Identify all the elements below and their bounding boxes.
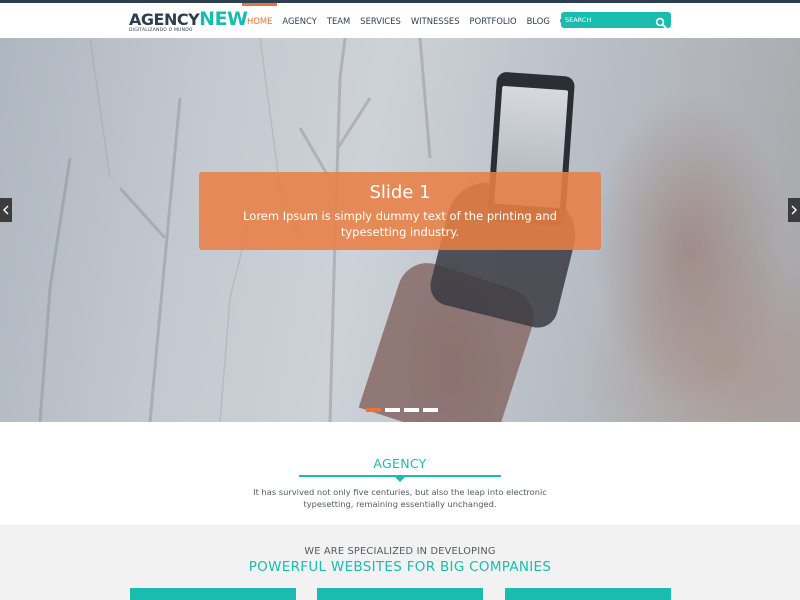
slide-title: Slide 1 bbox=[369, 182, 431, 203]
slide-caption: Slide 1 Lorem Ipsum is simply dummy text… bbox=[199, 172, 601, 250]
header: AGENCYNEW DIGITALIZANDO O MUNDO HOME AGE… bbox=[0, 0, 800, 38]
logo-name-part1: AGENCY bbox=[129, 10, 200, 29]
logo-wordmark: AGENCYNEW bbox=[129, 8, 248, 30]
nav-item-team[interactable]: TEAM bbox=[322, 6, 355, 38]
service-card-1[interactable] bbox=[130, 588, 296, 600]
slider-dot-3[interactable] bbox=[404, 408, 419, 412]
search-input[interactable] bbox=[565, 14, 651, 26]
agency-description: It has survived not only five centuries,… bbox=[253, 487, 547, 509]
service-card-3[interactable] bbox=[505, 588, 671, 600]
nav-item-agency[interactable]: AGENCY bbox=[277, 6, 321, 38]
chevron-left-icon bbox=[3, 205, 9, 215]
specialized-section: WE ARE SPECIALIZED IN DEVELOPING POWERFU… bbox=[0, 525, 800, 600]
nav-item-blog[interactable]: BLOG bbox=[522, 6, 555, 38]
agency-section: AGENCY It has survived not only five cen… bbox=[0, 422, 800, 525]
search-box bbox=[561, 12, 671, 29]
slider-pagination bbox=[366, 408, 438, 412]
specialized-subtitle: WE ARE SPECIALIZED IN DEVELOPING bbox=[304, 546, 496, 557]
agency-title: AGENCY bbox=[373, 456, 427, 471]
slider-next-button[interactable] bbox=[788, 198, 800, 222]
slider-dot-1[interactable] bbox=[366, 408, 381, 412]
logo-tagline: DIGITALIZANDO O MUNDO bbox=[129, 28, 193, 33]
nav-item-home[interactable]: HOME bbox=[242, 3, 278, 38]
chevron-right-icon bbox=[791, 205, 797, 215]
slide-text: Lorem Ipsum is simply dummy text of the … bbox=[243, 209, 557, 239]
nav-item-witnesses[interactable]: WITNESSES bbox=[406, 6, 465, 38]
agency-divider-caret bbox=[394, 476, 406, 482]
hero-slider: Slide 1 Lorem Ipsum is simply dummy text… bbox=[0, 38, 800, 422]
service-card-2[interactable] bbox=[317, 588, 483, 600]
slider-dot-4[interactable] bbox=[423, 408, 438, 412]
logo[interactable]: AGENCYNEW DIGITALIZANDO O MUNDO bbox=[129, 10, 248, 35]
main-nav: HOME AGENCY TEAM SERVICES WITNESSES PORT… bbox=[242, 3, 605, 38]
slider-prev-button[interactable] bbox=[0, 198, 12, 222]
search-icon[interactable] bbox=[655, 14, 667, 29]
nav-item-services[interactable]: SERVICES bbox=[355, 6, 406, 38]
nav-item-portfolio[interactable]: PORTFOLIO bbox=[465, 6, 522, 38]
logo-name-part2: NEW bbox=[199, 8, 248, 30]
specialized-title: POWERFUL WEBSITES FOR BIG COMPANIES bbox=[248, 559, 552, 575]
slider-dot-2[interactable] bbox=[385, 408, 400, 412]
